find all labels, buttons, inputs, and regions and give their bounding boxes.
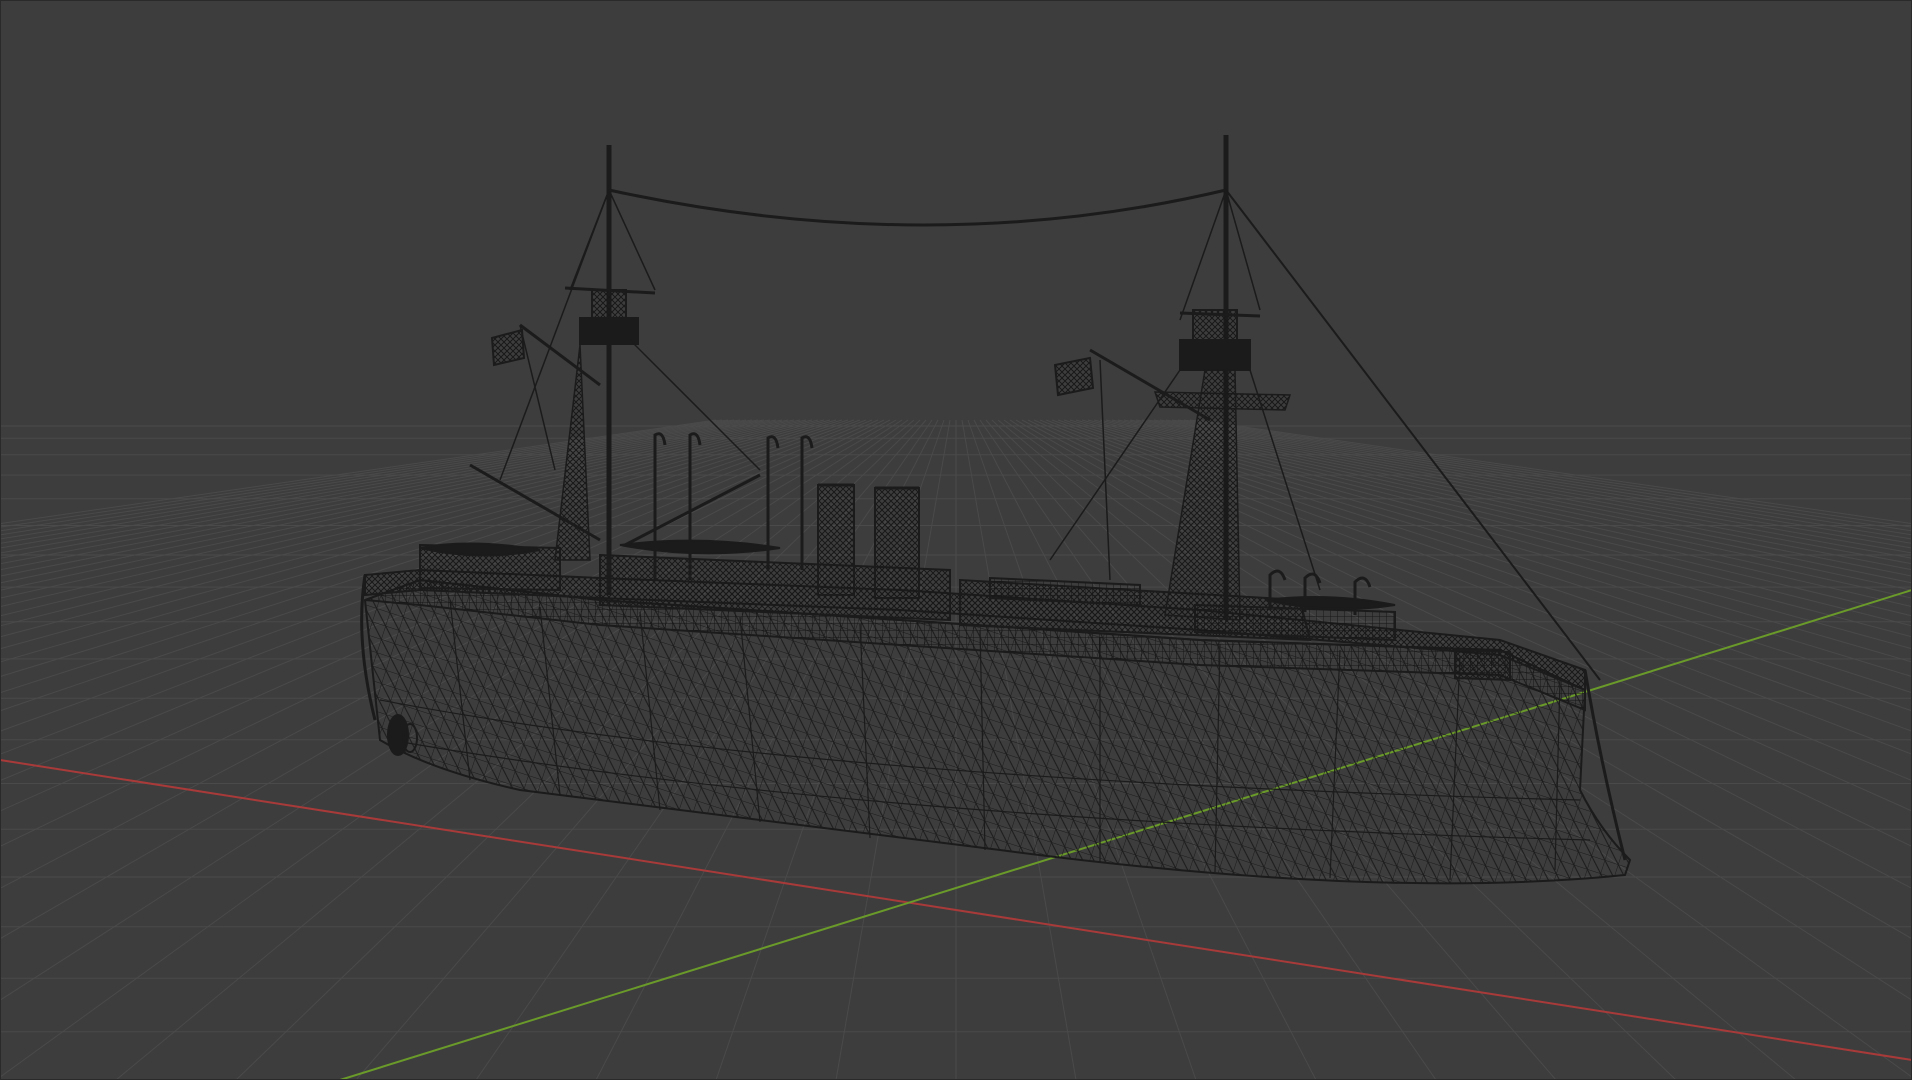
bow-gun-house [1454,648,1511,682]
funnel-aft [817,484,855,596]
flag-icon [1053,356,1095,397]
funnel-fore [874,487,920,599]
flag-icon [490,328,526,367]
ship-model[interactable] [360,135,1632,885]
antenna-wire [608,188,1227,227]
lifeboat-mid [619,539,781,555]
viewport-canvas[interactable] [0,0,1912,1080]
3d-viewport[interactable] [0,0,1912,1080]
